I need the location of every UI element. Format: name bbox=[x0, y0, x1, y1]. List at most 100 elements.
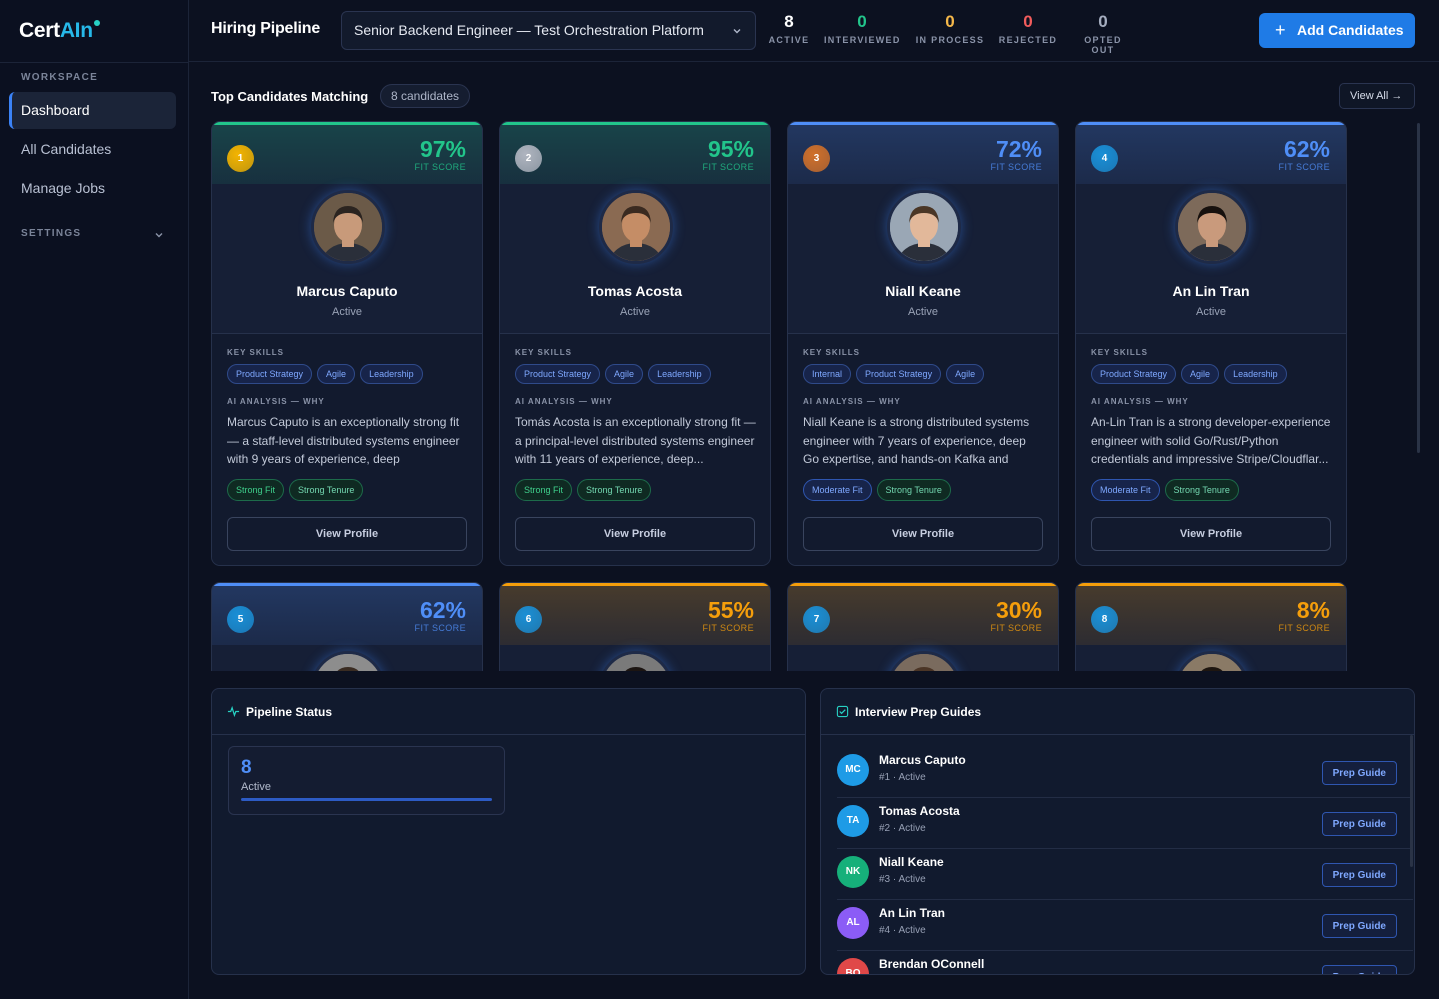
candidate-name: Tomas Acosta bbox=[587, 283, 683, 299]
settings-label[interactable]: SETTINGS bbox=[21, 228, 81, 239]
stat-rejected: 0 REJECTED bbox=[998, 12, 1058, 45]
prep-guide-button[interactable]: Prep Guide bbox=[1321, 812, 1397, 836]
candidate-status: Active bbox=[332, 306, 362, 318]
checklist-icon bbox=[836, 705, 849, 718]
candidate-name: Marcus Caputo bbox=[296, 283, 398, 299]
fit-score-label: FIT SCORE bbox=[1278, 623, 1330, 633]
candidate-card[interactable]: 2 95% FIT SCORE Tomas Acosta Active KEY … bbox=[499, 121, 771, 566]
job-select[interactable]: Senior Backend Engineer — Test Orchestra… bbox=[341, 11, 756, 50]
sidebar-item-all-candidates[interactable]: All Candidates bbox=[9, 131, 176, 168]
arrow-right-icon: → bbox=[1388, 90, 1403, 102]
stat-value: 0 bbox=[1098, 12, 1108, 31]
fit-tag: Strong Fit bbox=[227, 479, 285, 501]
candidates-section-title: Top Candidates Matching bbox=[211, 89, 369, 104]
prep-candidate-sub: #4 · Active bbox=[879, 925, 926, 936]
prep-guide-button[interactable]: Prep Guide bbox=[1321, 863, 1397, 887]
page-title: Hiring Pipeline bbox=[211, 20, 321, 37]
candidate-status: Active bbox=[620, 306, 650, 318]
candidate-card[interactable]: 3 72% FIT SCORE Niall Keane Active KEY S… bbox=[787, 121, 1059, 566]
rank-badge: 2 bbox=[515, 145, 542, 172]
card-body: KEY SKILLS Internal Product Strategy Agile… bbox=[788, 333, 1058, 565]
card-header: 1 97% FIT SCORE bbox=[212, 122, 482, 184]
plus-icon: + bbox=[1275, 20, 1286, 40]
stat-opted-out: 0 OPTED OUT bbox=[1071, 12, 1135, 55]
prep-candidate-sub: #2 · Active bbox=[879, 823, 926, 834]
rank-badge: 4 bbox=[1091, 145, 1118, 172]
candidate-avatar[interactable] bbox=[1175, 190, 1249, 264]
stat-active: 8 ACTIVE bbox=[767, 12, 811, 45]
tenure-tag: Strong Tenure bbox=[876, 479, 951, 501]
skills-list: Product Strategy Agile Leadership bbox=[227, 364, 423, 384]
stat-value: 8 bbox=[784, 12, 794, 31]
rank-badge: 5 bbox=[227, 606, 254, 633]
stat-label: REJECTED bbox=[998, 35, 1058, 45]
add-candidates-button[interactable]: + Add Candidates bbox=[1259, 13, 1415, 48]
view-all-button[interactable]: View All → bbox=[1339, 83, 1415, 109]
workspace-label: WORKSPACE bbox=[21, 72, 99, 83]
skills-list: Product Strategy Agile Leadership bbox=[515, 364, 711, 384]
candidate-status: Active bbox=[908, 306, 938, 318]
person-photo-icon bbox=[890, 193, 958, 261]
fit-score-label: FIT SCORE bbox=[990, 162, 1042, 172]
candidate-card[interactable]: 6 55% FIT SCORE bbox=[499, 582, 771, 671]
ai-analysis-text: Niall Keane is a strong distributed syst… bbox=[803, 415, 1030, 466]
candidate-avatar[interactable] bbox=[599, 190, 673, 264]
skills-list: Product Strategy Agile Leadership bbox=[1091, 364, 1287, 384]
candidate-card[interactable]: 4 62% FIT SCORE An Lin Tran Active KEY S… bbox=[1075, 121, 1347, 566]
rank-badge: 3 bbox=[803, 145, 830, 172]
prep-guide-button[interactable]: Prep Guide bbox=[1321, 761, 1397, 785]
ai-analysis-text: Tomás Acosta is an exceptionally strong … bbox=[515, 415, 756, 466]
candidate-name: An Lin Tran bbox=[1172, 283, 1250, 299]
candidate-count-badge: 8 candidates bbox=[380, 84, 471, 108]
prep-guide-row: AL An Lin Tran #4 · Active Prep Guide bbox=[837, 900, 1413, 951]
stat-label: IN PROCESS bbox=[915, 35, 985, 45]
view-profile-button[interactable]: View Profile bbox=[515, 517, 755, 551]
candidate-avatar[interactable] bbox=[887, 190, 961, 264]
sidebar-item-manage-jobs[interactable]: Manage Jobs bbox=[9, 170, 176, 207]
ai-analysis-label: AI ANALYSIS — WHY bbox=[1091, 397, 1189, 406]
panel-title: Interview Prep Guides bbox=[855, 705, 982, 719]
skill-chip: Product Strategy bbox=[227, 364, 313, 384]
candidate-initials-avatar: BO bbox=[837, 958, 869, 974]
candidate-card[interactable]: 8 8% FIT SCORE bbox=[1075, 582, 1347, 671]
view-profile-button[interactable]: View Profile bbox=[803, 517, 1043, 551]
activity-icon bbox=[227, 705, 240, 718]
key-skills-label: KEY SKILLS bbox=[227, 348, 284, 357]
tenure-tag: Strong Tenure bbox=[577, 479, 652, 501]
ai-analysis-text: Marcus Caputo is an exceptionally strong… bbox=[227, 415, 460, 466]
view-profile-button[interactable]: View Profile bbox=[1091, 517, 1331, 551]
panel-title: Pipeline Status bbox=[246, 705, 333, 719]
panel-header: Interview Prep Guides bbox=[821, 689, 1414, 735]
prep-candidate-name: Niall Keane bbox=[879, 855, 944, 869]
fit-tags: Strong Fit Strong Tenure bbox=[515, 479, 652, 501]
app-logo[interactable]: CertAIn bbox=[19, 19, 100, 43]
sidebar-item-dashboard[interactable]: Dashboard bbox=[9, 92, 176, 129]
pipeline-stat-active[interactable]: 8 Active bbox=[228, 746, 505, 815]
prep-scrollbar[interactable] bbox=[1410, 735, 1413, 867]
rank-badge: 8 bbox=[1091, 606, 1118, 633]
view-profile-button[interactable]: View Profile bbox=[227, 517, 467, 551]
candidate-card[interactable]: 7 30% FIT SCORE bbox=[787, 582, 1059, 671]
chevron-down-icon[interactable] bbox=[154, 230, 164, 240]
candidate-card[interactable]: 5 62% FIT SCORE bbox=[211, 582, 483, 671]
candidate-avatar[interactable] bbox=[311, 651, 385, 671]
stat-label: INTERVIEWED bbox=[824, 35, 901, 45]
fit-score-label: FIT SCORE bbox=[414, 623, 466, 633]
fit-score-label: FIT SCORE bbox=[702, 162, 754, 172]
candidate-avatar[interactable] bbox=[1175, 651, 1249, 671]
candidate-avatar[interactable] bbox=[599, 651, 673, 671]
prep-guide-button[interactable]: Prep Guide bbox=[1321, 914, 1397, 938]
fit-score: 97% FIT SCORE bbox=[415, 137, 466, 172]
skill-chip: Internal bbox=[803, 364, 852, 384]
sidebar-divider bbox=[0, 62, 189, 63]
candidate-avatar[interactable] bbox=[311, 190, 385, 264]
candidate-status: Active bbox=[1196, 306, 1226, 318]
cards-scrollbar[interactable] bbox=[1417, 123, 1420, 453]
key-skills-label: KEY SKILLS bbox=[1091, 348, 1148, 357]
candidate-card[interactable]: 1 97% FIT SCORE Marcus Caputo Active KEY… bbox=[211, 121, 483, 566]
ai-analysis-text: An-Lin Tran is a strong developer-experi… bbox=[1091, 415, 1331, 466]
prep-guide-button[interactable]: Prep Guide bbox=[1321, 965, 1397, 974]
skill-chip: Product Strategy bbox=[515, 364, 601, 384]
prep-guide-row: TA Tomas Acosta #2 · Active Prep Guide bbox=[837, 798, 1413, 849]
candidate-avatar[interactable] bbox=[887, 651, 961, 671]
